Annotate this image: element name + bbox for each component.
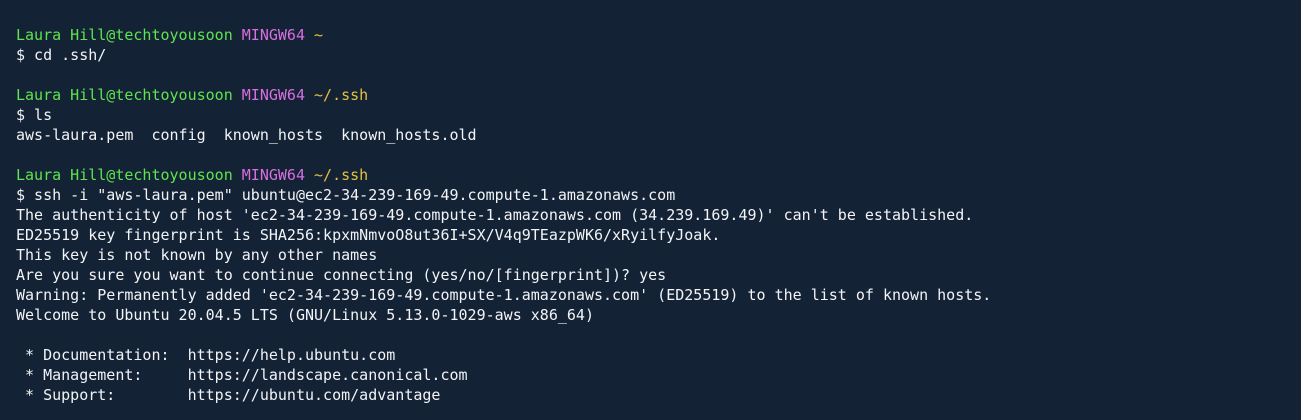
current-path: ~	[314, 26, 324, 44]
prompt-line: Laura Hill@techtoyousoon MINGW64 ~/.ssh	[16, 165, 1301, 185]
system-name: MINGW64	[241, 86, 305, 104]
output-line: ED25519 key fingerprint is SHA256:kpxmNm…	[16, 226, 721, 244]
prompt-line: Laura Hill@techtoyousoon MINGW64 ~	[16, 25, 1301, 45]
output-line: Welcome to Ubuntu 20.04.5 LTS (GNU/Linux…	[16, 306, 594, 324]
user-host: Laura Hill@techtoyousoon	[16, 86, 233, 104]
output-line: aws-laura.pem config known_hosts known_h…	[16, 126, 477, 144]
terminal-window[interactable]: Laura Hill@techtoyousoon MINGW64 ~ $ cd …	[0, 0, 1301, 420]
prompt-line: Laura Hill@techtoyousoon MINGW64 ~/.ssh	[16, 85, 1301, 105]
output-line: * Support: https://ubuntu.com/advantage	[16, 386, 441, 404]
command-line: $ cd .ssh/	[16, 46, 107, 64]
output-line: * Management: https://landscape.canonica…	[16, 366, 468, 384]
output-line: The authenticity of host 'ec2-34-239-169…	[16, 206, 974, 224]
system-name: MINGW64	[241, 26, 305, 44]
output-line: Warning: Permanently added 'ec2-34-239-1…	[16, 286, 992, 304]
output-line: This key is not known by any other names	[16, 246, 378, 264]
command-line: $ ls	[16, 106, 53, 124]
current-path: ~/.ssh	[314, 86, 369, 104]
system-name: MINGW64	[241, 166, 305, 184]
output-line: Are you sure you want to continue connec…	[16, 266, 667, 284]
output-line: * Documentation: https://help.ubuntu.com	[16, 346, 396, 364]
user-host: Laura Hill@techtoyousoon	[16, 26, 233, 44]
command-line: $ ssh -i "aws-laura.pem" ubuntu@ec2-34-2…	[16, 186, 676, 204]
user-host: Laura Hill@techtoyousoon	[16, 166, 233, 184]
current-path: ~/.ssh	[314, 166, 369, 184]
